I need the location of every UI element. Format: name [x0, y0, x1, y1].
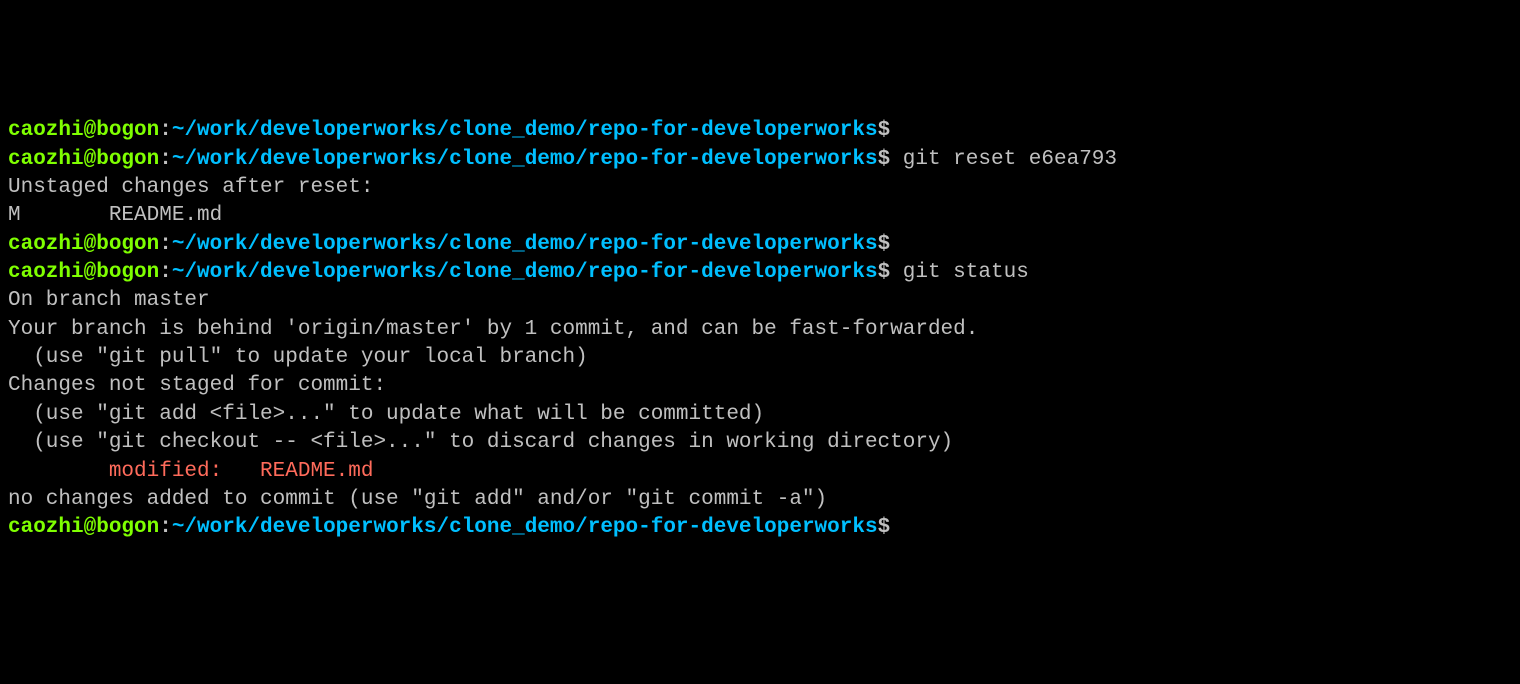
prompt-sep: : [159, 233, 172, 256]
prompt-dollar: $ [878, 119, 891, 142]
prompt-sep: : [159, 119, 172, 142]
prompt-sep: : [159, 148, 172, 171]
prompt-user: caozhi@bogon [8, 148, 159, 171]
prompt-line-1: caozhi@bogon:~/work/developerworks/clone… [8, 117, 1512, 145]
prompt-user: caozhi@bogon [8, 261, 159, 284]
command-git-status: git status [890, 261, 1029, 284]
prompt-user: caozhi@bogon [8, 516, 159, 539]
output-no-changes: no changes added to commit (use "git add… [8, 486, 1512, 514]
prompt-path: ~/work/developerworks/clone_demo/repo-fo… [172, 516, 878, 539]
output-unstaged-file: M README.md [8, 202, 1512, 230]
prompt-line-4: caozhi@bogon:~/work/developerworks/clone… [8, 259, 1512, 287]
prompt-line-5: caozhi@bogon:~/work/developerworks/clone… [8, 514, 1512, 542]
prompt-line-3: caozhi@bogon:~/work/developerworks/clone… [8, 231, 1512, 259]
command-git-reset: git reset e6ea793 [890, 148, 1117, 171]
prompt-dollar: $ [878, 233, 891, 256]
prompt-sep: : [159, 261, 172, 284]
prompt-dollar: $ [878, 261, 891, 284]
output-unstaged-header: Unstaged changes after reset: [8, 174, 1512, 202]
output-checkout-hint: (use "git checkout -- <file>..." to disc… [8, 429, 1512, 457]
prompt-path: ~/work/developerworks/clone_demo/repo-fo… [172, 261, 878, 284]
prompt-path: ~/work/developerworks/clone_demo/repo-fo… [172, 148, 878, 171]
output-branch: On branch master [8, 287, 1512, 315]
terminal-output[interactable]: caozhi@bogon:~/work/developerworks/clone… [8, 117, 1512, 542]
prompt-user: caozhi@bogon [8, 119, 159, 142]
prompt-line-2: caozhi@bogon:~/work/developerworks/clone… [8, 146, 1512, 174]
output-not-staged-header: Changes not staged for commit: [8, 372, 1512, 400]
prompt-dollar: $ [878, 148, 891, 171]
output-pull-hint: (use "git pull" to update your local bra… [8, 344, 1512, 372]
prompt-path: ~/work/developerworks/clone_demo/repo-fo… [172, 233, 878, 256]
output-behind: Your branch is behind 'origin/master' by… [8, 316, 1512, 344]
output-add-hint: (use "git add <file>..." to update what … [8, 401, 1512, 429]
prompt-dollar: $ [878, 516, 891, 539]
output-modified-file: modified: README.md [8, 458, 1512, 486]
prompt-user: caozhi@bogon [8, 233, 159, 256]
prompt-sep: : [159, 516, 172, 539]
prompt-path: ~/work/developerworks/clone_demo/repo-fo… [172, 119, 878, 142]
